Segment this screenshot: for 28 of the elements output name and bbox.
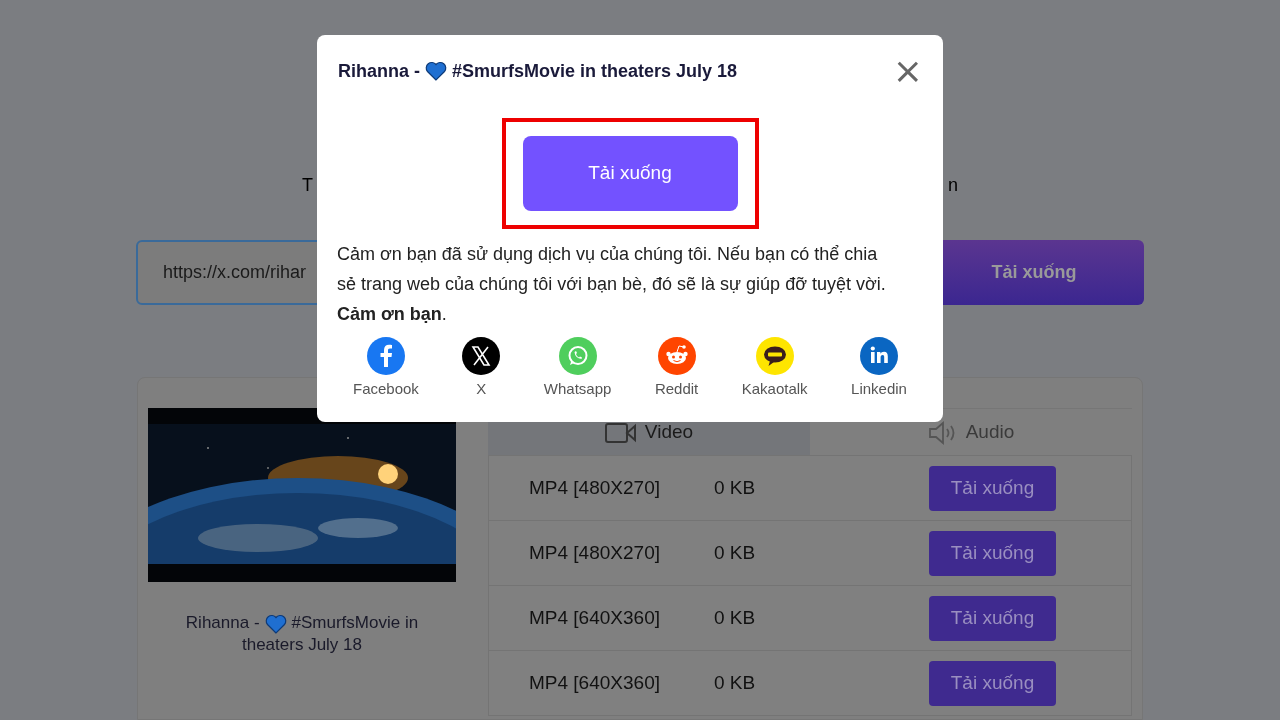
download-button[interactable]: Tải xuống [522, 136, 738, 211]
size-text: 0 KB [714, 605, 757, 630]
size-text: 0 KB [714, 475, 757, 500]
heading-text: n [948, 174, 958, 197]
size-text: 0 KB [714, 670, 757, 695]
format-text: MP4 [480X270] [529, 475, 661, 500]
format-text: MP4 [640X360] [529, 605, 661, 630]
download-button[interactable]: Tải xuống [929, 660, 1056, 706]
share-link[interactable]: Kakaotalk [741, 337, 808, 401]
share-link[interactable]: Whatsapp [543, 337, 612, 401]
share-link[interactable]: Reddit [654, 337, 699, 401]
download-button[interactable]: Tải xuống [929, 595, 1056, 641]
share-link[interactable]: X [462, 337, 501, 401]
share-link[interactable]: Facebook [353, 337, 419, 401]
download-button[interactable]: Tải xuống [929, 465, 1056, 511]
size-text: 0 KB [714, 540, 757, 565]
thank-you-message: Cảm ơn bạn đã sử dụng dịch vụ của chúng tôi. Nếu bạn có thể chia sẻ trang web của chúng tôi với bạn bè, đó sẽ là sự giúp đỡ tuyệt vời. Cảm ơn bạn. [336, 243, 887, 326]
heart-icon [264, 613, 287, 634]
format-text: MP4 [480X270] [529, 540, 661, 565]
format-text: MP4 [640X360] [529, 670, 661, 695]
heart-icon [425, 61, 447, 81]
close-button[interactable]: × [890, 57, 925, 85]
download-button[interactable]: Tải xuống [929, 530, 1056, 576]
share-link[interactable]: Linkedin [851, 337, 907, 401]
video-title: Rihanna - #SmurfsMovie in theaters July 18 [184, 612, 420, 655]
dialog-title: Rihanna - #SmurfsMovie in theaters July 18 [338, 59, 738, 83]
video-camera-icon [604, 421, 637, 444]
heading-text: T [302, 174, 313, 197]
